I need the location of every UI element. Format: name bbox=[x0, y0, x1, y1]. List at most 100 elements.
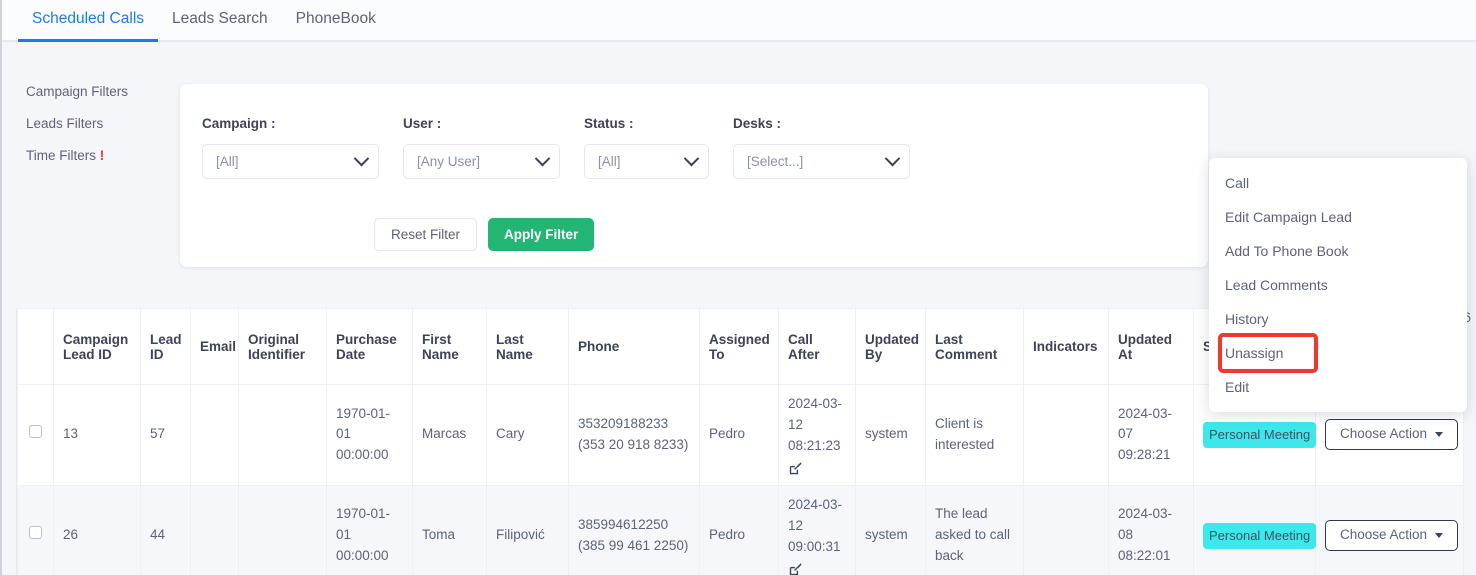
row-checkbox[interactable] bbox=[29, 526, 42, 540]
menu-item-unassign[interactable]: Unassign bbox=[1218, 333, 1318, 373]
cell-call-after: 2024-03-12 08:21:23 bbox=[778, 384, 856, 486]
call-after-value: 2024-03-12 09:00:31 bbox=[788, 496, 843, 554]
table-row: 26 44 1970-01-01 00:00:00 Toma Filipović… bbox=[17, 484, 1464, 575]
campaign-select-value: [All] bbox=[216, 154, 239, 169]
column-header-email[interactable]: Email bbox=[190, 308, 239, 385]
filter-group-user: User : [Any User] bbox=[403, 116, 560, 179]
menu-item-lead-comments[interactable]: Lead Comments bbox=[1209, 268, 1467, 302]
cell-last-name: Filipović bbox=[486, 484, 569, 575]
chevron-down-icon bbox=[683, 150, 700, 167]
menu-item-call[interactable]: Call bbox=[1209, 166, 1467, 200]
cell-call-after: 2024-03-12 09:00:31 bbox=[778, 484, 856, 575]
user-select-value: [Any User] bbox=[417, 154, 481, 169]
cell-first-name: Marcas bbox=[412, 384, 487, 486]
reset-filter-button[interactable]: Reset Filter bbox=[374, 218, 478, 251]
caret-down-icon bbox=[1435, 432, 1444, 438]
filter-controls-row: Campaign : [All] User : [Any User] Statu… bbox=[202, 116, 934, 179]
column-header-first-name[interactable]: First Name bbox=[412, 308, 487, 385]
chevron-down-icon bbox=[884, 150, 901, 167]
column-header-last-comment[interactable]: Last Comment bbox=[925, 308, 1024, 385]
cell-purchase-date: 1970-01-01 00:00:00 bbox=[326, 384, 413, 486]
column-header-indicators[interactable]: Indicators bbox=[1023, 308, 1109, 385]
edit-icon[interactable] bbox=[788, 562, 803, 575]
cell-status: Personal Meeting bbox=[1193, 484, 1317, 575]
column-header-phone[interactable]: Phone bbox=[568, 308, 700, 385]
column-header-select[interactable] bbox=[17, 308, 54, 385]
tab-label: Leads Search bbox=[172, 10, 268, 27]
tab-leads-search[interactable]: Leads Search bbox=[158, 0, 282, 40]
status-select[interactable]: [All] bbox=[584, 144, 709, 179]
sidebar-item-campaign-filters[interactable]: Campaign Filters bbox=[26, 84, 176, 99]
tab-phonebook[interactable]: PhoneBook bbox=[282, 0, 390, 40]
sidebar-item-label: Time Filters bbox=[26, 148, 96, 163]
desks-select-value: [Select...] bbox=[747, 154, 804, 169]
column-header-last-name[interactable]: Last Name bbox=[486, 308, 569, 385]
tab-label: Scheduled Calls bbox=[32, 10, 145, 27]
apply-filter-button[interactable]: Apply Filter bbox=[488, 218, 595, 251]
table-body: 13 57 1970-01-01 00:00:00 Marcas Cary 35… bbox=[17, 384, 1464, 575]
status-badge: Personal Meeting bbox=[1203, 421, 1317, 448]
column-header-lead-id[interactable]: Lead ID bbox=[140, 308, 191, 385]
row-select-cell bbox=[17, 384, 54, 486]
cell-last-comment: The lead asked to call back bbox=[925, 484, 1024, 575]
status-filter-label: Status : bbox=[584, 116, 634, 131]
column-header-assigned-to[interactable]: Assigned To bbox=[699, 308, 779, 385]
user-select[interactable]: [Any User] bbox=[403, 144, 560, 179]
cell-action: Choose Action bbox=[1315, 484, 1464, 575]
campaign-select[interactable]: [All] bbox=[202, 144, 379, 179]
sidebar-item-label: Leads Filters bbox=[26, 116, 104, 131]
user-filter-label: User : bbox=[403, 116, 442, 131]
cell-last-comment: Client is interested bbox=[925, 384, 1024, 486]
cell-phone: 385994612250 (385 99 461 2250) bbox=[568, 484, 700, 575]
cell-updated-at: 2024-03-07 09:28:21 bbox=[1108, 384, 1194, 486]
menu-item-edit-campaign-lead[interactable]: Edit Campaign Lead bbox=[1209, 200, 1467, 234]
row-select-cell bbox=[17, 484, 54, 575]
chevron-down-icon bbox=[534, 150, 551, 167]
cell-updated-at: 2024-03-08 08:22:01 bbox=[1108, 484, 1194, 575]
action-context-menu: Call Edit Campaign Lead Add To Phone Boo… bbox=[1209, 158, 1467, 412]
filter-actions: Reset Filter Apply Filter bbox=[374, 218, 595, 251]
tab-scheduled-calls[interactable]: Scheduled Calls bbox=[18, 0, 159, 42]
call-after-value: 2024-03-12 08:21:23 bbox=[788, 396, 843, 453]
cell-updated-by: system bbox=[855, 384, 926, 486]
cell-campaign-lead-id: 13 bbox=[53, 384, 141, 486]
choose-action-label: Choose Action bbox=[1339, 426, 1428, 442]
filter-group-campaign: Campaign : [All] bbox=[202, 116, 379, 179]
app-root: Scheduled Calls Leads Search PhoneBook C… bbox=[0, 0, 1476, 575]
cell-original-identifier bbox=[238, 384, 327, 486]
row-checkbox[interactable] bbox=[29, 425, 42, 439]
filter-nav: Campaign Filters Leads Filters Time Filt… bbox=[26, 84, 176, 180]
column-header-campaign-lead-id[interactable]: Campaign Lead ID bbox=[53, 308, 141, 385]
filter-panel: Campaign : [All] User : [Any User] Statu… bbox=[180, 84, 1208, 267]
cell-assigned-to: Pedro bbox=[699, 384, 779, 486]
status-badge: Personal Meeting bbox=[1203, 522, 1317, 549]
column-header-call-after[interactable]: Call After bbox=[778, 308, 856, 385]
column-header-purchase-date[interactable]: Purchase Date bbox=[326, 308, 413, 385]
edit-icon[interactable] bbox=[788, 461, 803, 476]
menu-item-history[interactable]: History bbox=[1209, 302, 1467, 336]
cell-indicators bbox=[1023, 484, 1109, 575]
cell-assigned-to: Pedro bbox=[699, 484, 779, 575]
menu-item-edit[interactable]: Edit bbox=[1209, 370, 1467, 404]
choose-action-label: Choose Action bbox=[1339, 527, 1428, 543]
campaign-filter-label: Campaign : bbox=[202, 116, 276, 131]
desks-filter-label: Desks : bbox=[733, 116, 782, 131]
cell-lead-id: 44 bbox=[140, 484, 191, 575]
choose-action-button[interactable]: Choose Action bbox=[1325, 419, 1458, 451]
choose-action-button[interactable]: Choose Action bbox=[1325, 520, 1458, 552]
chevron-down-icon bbox=[353, 150, 370, 167]
column-header-updated-at[interactable]: Updated At bbox=[1108, 308, 1194, 385]
cell-lead-id: 57 bbox=[140, 384, 191, 486]
desks-select[interactable]: [Select...] bbox=[733, 144, 910, 179]
column-header-updated-by[interactable]: Updated By bbox=[855, 308, 926, 385]
filter-group-desks: Desks : [Select...] bbox=[733, 116, 910, 179]
status-select-value: [All] bbox=[598, 154, 621, 169]
column-header-original-identifier[interactable]: Original Identifier bbox=[238, 308, 327, 385]
cell-indicators bbox=[1023, 384, 1109, 486]
sidebar-item-leads-filters[interactable]: Leads Filters bbox=[26, 116, 176, 131]
cell-last-name: Cary bbox=[486, 384, 569, 486]
sidebar-item-time-filters[interactable]: Time Filters ! bbox=[26, 148, 176, 163]
menu-item-add-to-phone-book[interactable]: Add To Phone Book bbox=[1209, 234, 1467, 268]
cell-updated-by: system bbox=[855, 484, 926, 575]
cell-email bbox=[190, 384, 239, 486]
